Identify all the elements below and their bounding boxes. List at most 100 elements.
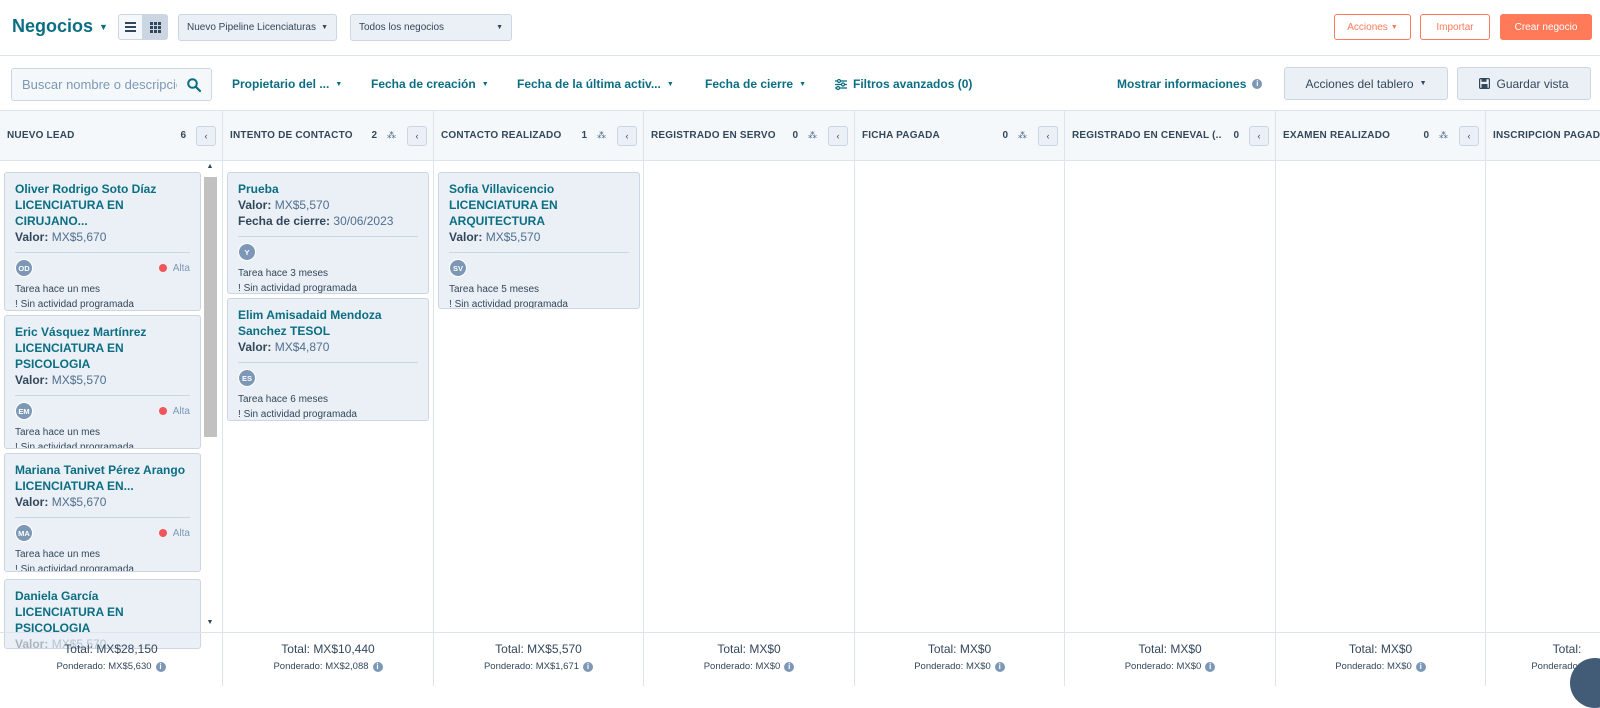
priority-badge: Alta [158,405,190,417]
owner-filter[interactable]: Propietario del ... ▼ [232,77,342,91]
caret-down-icon: ▼ [481,80,489,88]
info-icon[interactable]: i [372,661,383,672]
info-icon[interactable]: i [583,661,594,672]
value-amount: MX$5,570 [485,230,541,244]
page-title[interactable]: Negocios ▼ [12,16,108,37]
column-weighted-text: Ponderado: MX$2,088 [273,661,369,672]
chevron-left-icon: ‹ [1467,130,1471,141]
value-amount: MX$4,870 [274,340,330,354]
divider [15,395,190,396]
close-date-filter-label: Fecha de cierre [705,77,794,91]
priority-dot-icon [158,529,167,537]
no-activity-row[interactable]: ! Sin actividad programada [238,407,418,420]
column-body: Sofia Villavicencio LICENCIATURA EN ARQU… [434,162,643,632]
collapse-column-button[interactable]: ‹ [828,125,848,146]
deal-name-link[interactable]: Prueba [238,181,418,197]
deal-card[interactable]: Mariana Tanivet Pérez Arango LICENCIATUR… [4,453,201,572]
priority-label: Alta [172,405,190,417]
created-date-filter[interactable]: Fecha de creación ▼ [371,77,489,91]
avatar[interactable]: MA [15,524,33,542]
show-info-button[interactable]: Mostrar informaciones i [1117,77,1263,91]
advanced-filters-button[interactable]: Filtros avanzados (0) [835,77,972,91]
collapse-column-button[interactable]: ‹ [196,125,216,146]
column-body [644,162,854,632]
avatar[interactable]: OD [15,259,33,277]
deal-name-link[interactable]: Sofia Villavicencio LICENCIATURA EN ARQU… [449,181,629,229]
close-date-value: 30/06/2023 [333,214,394,228]
board-actions-button[interactable]: Acciones del tablero ▼ [1284,67,1448,100]
column-footer: Total: MX$0 Ponderado: MX$0 i [855,632,1064,686]
board-column: FICHA PAGADA 0 ⁂ ‹ Total: MX$0 Ponderado… [855,111,1065,686]
list-view-button[interactable] [118,14,143,40]
column-total: Total: MX$28,150 [64,642,158,656]
deal-name-link[interactable]: Oliver Rodrigo Soto Díaz LICENCIATURA EN… [15,181,190,229]
info-icon[interactable]: i [784,661,795,672]
divider [15,517,190,518]
avatar[interactable]: SV [449,259,467,277]
import-button[interactable]: Importar [1420,14,1490,40]
actions-button[interactable]: Acciones ▼ [1334,14,1411,40]
deal-card[interactable]: Sofia Villavicencio LICENCIATURA EN ARQU… [438,172,640,309]
column-header: NUEVO LEAD 6 ‹ [0,111,222,161]
deal-name-link[interactable]: Elim Amisadaid Mendoza Sanchez TESOL [238,307,418,339]
column-weighted: Ponderado: MX$0 i [644,661,854,672]
scrollbar-thumb[interactable] [204,177,217,437]
import-button-label: Importar [1436,21,1474,33]
deal-card[interactable]: Prueba Valor: MX$5,570 Fecha de cierre: … [227,172,429,294]
last-activity-filter[interactable]: Fecha de la última activ... ▼ [517,77,674,91]
deal-name-link[interactable]: Mariana Tanivet Pérez Arango LICENCIATUR… [15,462,190,494]
chevron-left-icon: ‹ [1046,130,1050,141]
board-view-button[interactable] [143,14,168,40]
create-deal-button[interactable]: Crear negocio [1500,14,1592,40]
deal-card[interactable]: Elim Amisadaid Mendoza Sanchez TESOL Val… [227,298,429,421]
collapse-column-button[interactable]: ‹ [407,125,427,146]
no-activity-row[interactable]: ! Sin actividad programada [238,281,418,293]
task-text: Tarea hace un mes [15,549,101,560]
scroll-up-arrow-icon[interactable]: ▲ [203,163,217,175]
collapse-column-button[interactable]: ‹ [1038,125,1058,146]
chevron-left-icon: ‹ [1257,130,1261,141]
chevron-left-icon: ‹ [625,130,629,141]
info-icon[interactable]: i [1205,661,1216,672]
deal-value: Valor: MX$5,570 [449,229,629,245]
avatar[interactable]: Y [238,243,256,261]
no-activity-row[interactable]: ! Sin actividad programada [449,297,629,309]
no-activity-text: Sin actividad programada [454,299,568,309]
task-text: Tarea hace 5 meses [449,284,540,295]
pipeline-select[interactable]: Nuevo Pipeline Licenciaturas ▼ [178,14,337,41]
collapse-column-button[interactable]: ‹ [1459,125,1479,146]
column-body [1065,162,1275,632]
info-icon[interactable]: i [155,661,166,672]
avatar[interactable]: EM [15,402,33,420]
avatar[interactable]: ES [238,369,256,387]
no-activity-row[interactable]: ! Sin actividad programada [15,562,190,571]
no-activity-row[interactable]: ! Sin actividad programada [15,440,190,448]
column-name: INSCRIPCIÓN PAGADA [1493,130,1600,141]
close-date-label: Fecha de cierre: [238,214,331,228]
close-date-filter[interactable]: Fecha de cierre ▼ [705,77,806,91]
no-activity-row[interactable]: ! Sin actividad programada [15,297,190,310]
value-label: Valor: [449,230,483,244]
scroll-down-arrow-icon[interactable]: ▼ [203,619,217,631]
value-amount: MX$5,670 [51,495,107,509]
column-body [1276,162,1485,632]
caret-down-icon: ▼ [496,24,503,31]
deal-name-link[interactable]: Daniela García LICENCIATURA EN PSICOLOGI… [15,588,190,636]
deal-card[interactable]: Oliver Rodrigo Soto Díaz LICENCIATURA EN… [4,172,201,311]
save-view-button[interactable]: Guardar vista [1457,67,1591,100]
search-input[interactable] [22,77,177,92]
deal-name-link[interactable]: Eric Vásquez Martínrez LICENCIATURA EN P… [15,324,190,372]
info-icon[interactable]: i [994,661,1005,672]
column-weighted: Ponderado: MX$2,088 i [223,661,433,672]
column-count: 0 [1002,130,1008,141]
collapse-column-button[interactable]: ‹ [617,125,637,146]
column-weighted-text: Ponderado: MX$0 [1124,661,1202,672]
collapse-column-button[interactable]: ‹ [1249,125,1269,146]
column-scrollbar[interactable]: ▲ ▼ [203,163,217,631]
deal-filter-select[interactable]: Todos los negocios ▼ [350,14,512,41]
priority-dot-icon [158,264,167,272]
search-icon[interactable] [187,77,201,92]
info-icon[interactable]: i [1415,661,1426,672]
deal-close-date: Fecha de cierre: 30/06/2023 [238,213,418,229]
deal-card[interactable]: Eric Vásquez Martínrez LICENCIATURA EN P… [4,315,201,449]
